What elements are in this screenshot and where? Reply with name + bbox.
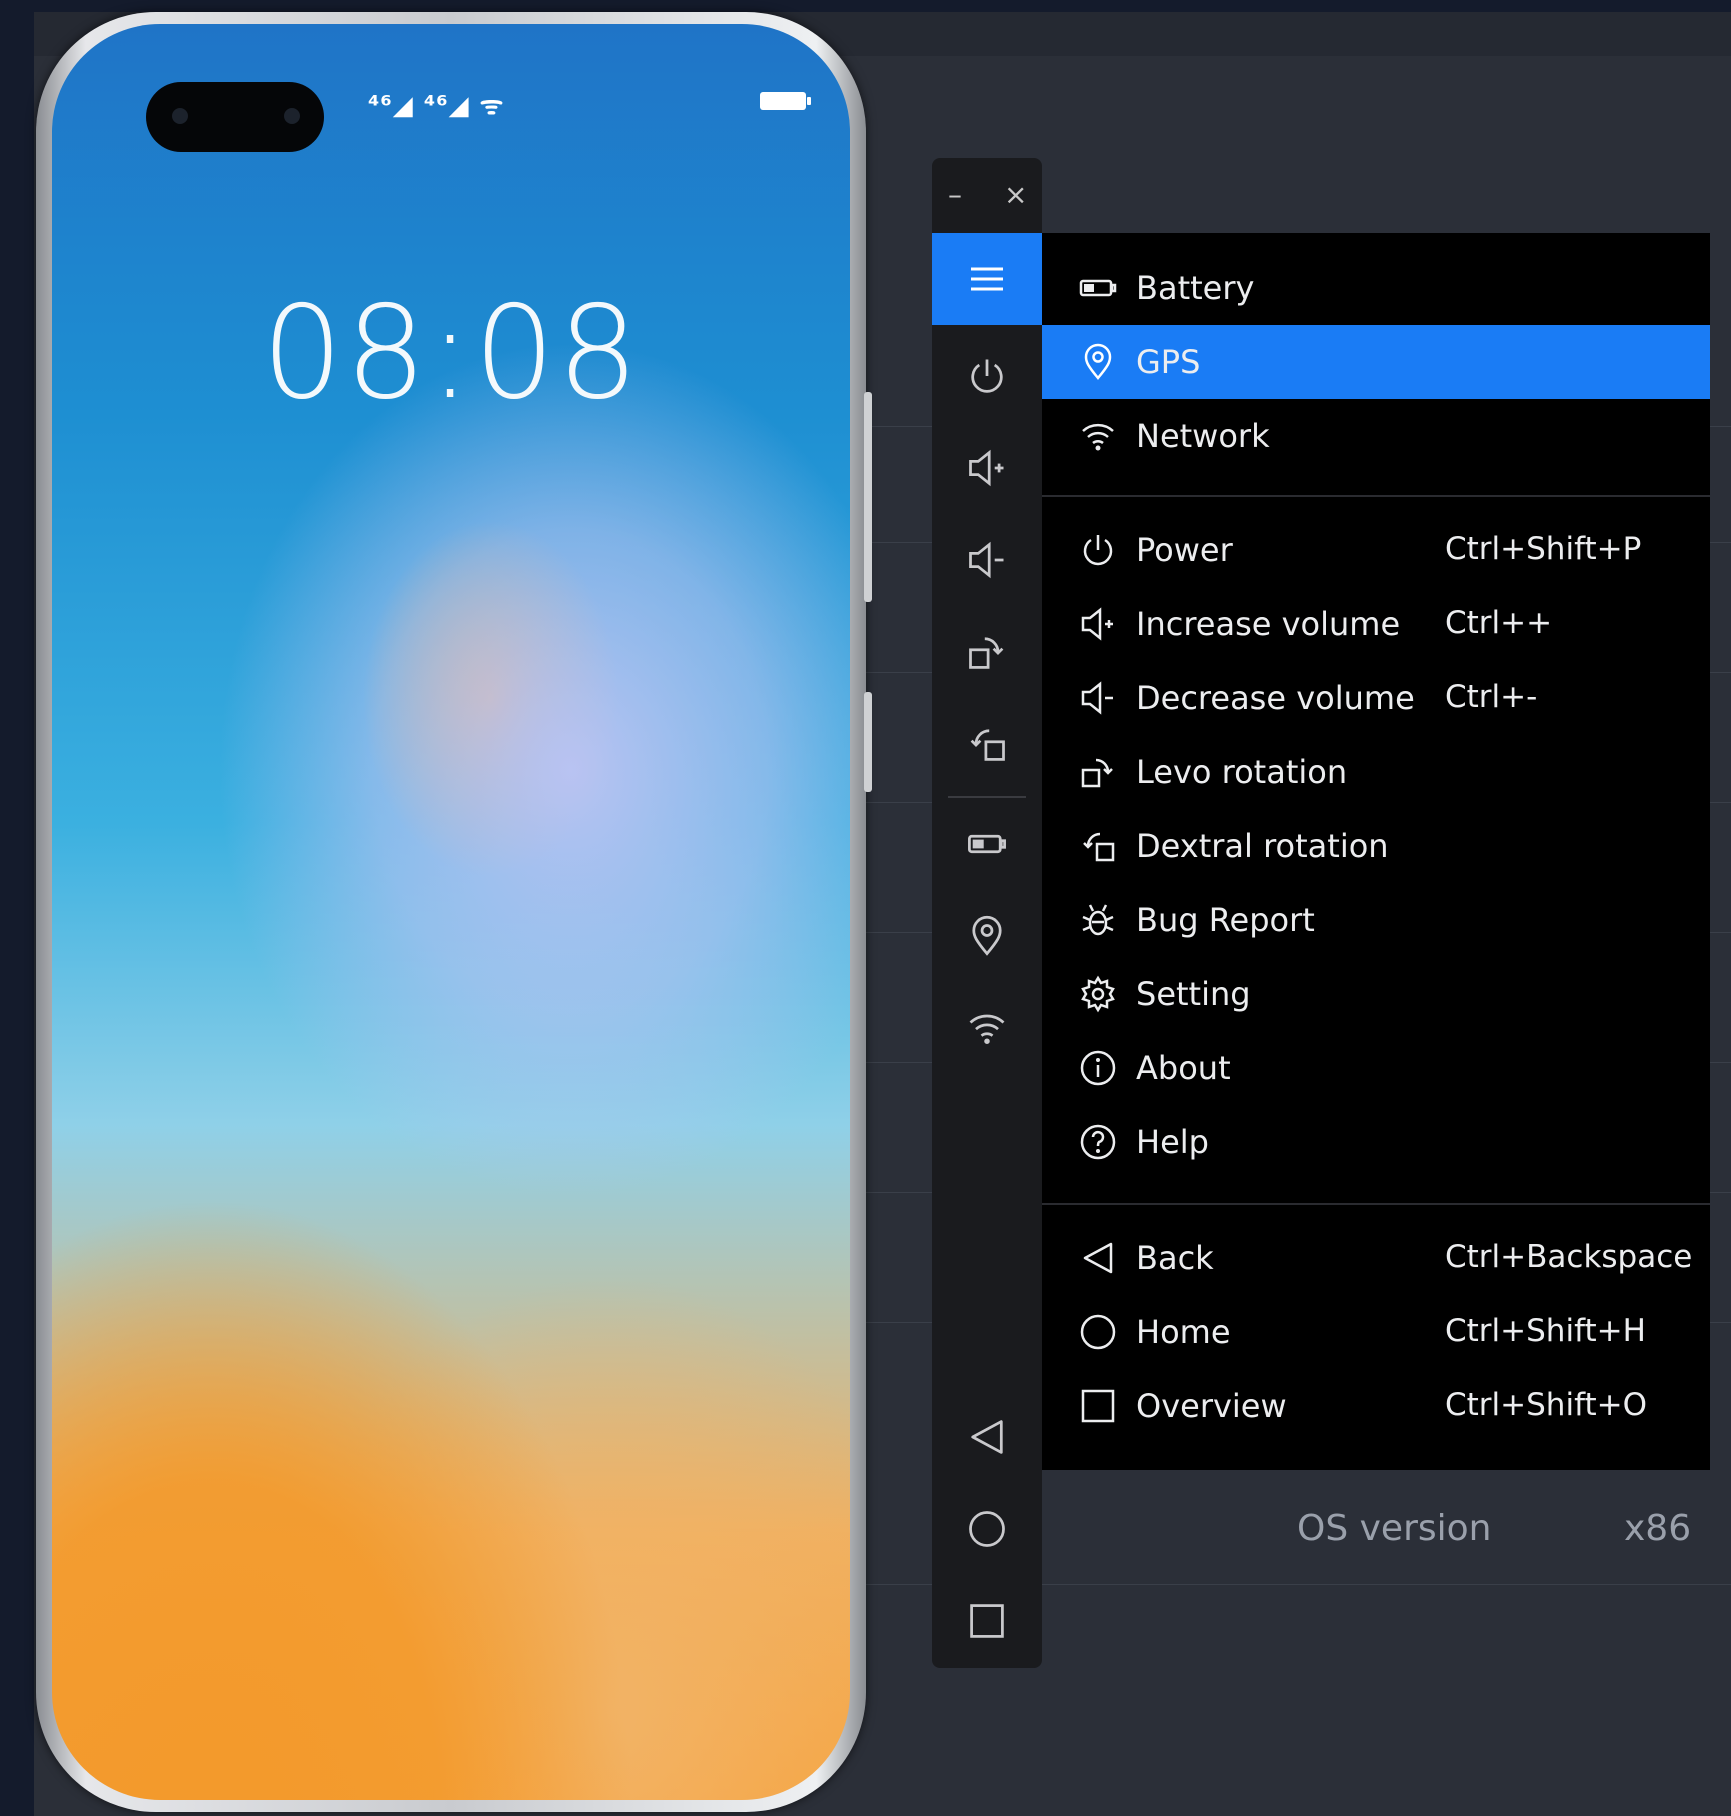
os-version-label: OS version (1297, 1508, 1492, 1549)
power-button[interactable] (932, 338, 1042, 414)
location-pin-icon (1078, 342, 1118, 382)
volume-down-button[interactable] (932, 522, 1042, 598)
battery-icon (968, 834, 1006, 854)
power-icon (971, 359, 1003, 393)
gear-icon (1078, 974, 1118, 1014)
menu-item-decrease-volume[interactable]: Decrease volume Ctrl+- (1042, 661, 1710, 735)
menu-item-label: Back (1136, 1239, 1214, 1277)
battery-status-icon (760, 92, 811, 110)
toolbar-divider (948, 796, 1026, 798)
menu-item-label: Increase volume (1136, 605, 1401, 643)
rotate-right-icon (970, 729, 1005, 761)
menu-item-overview[interactable]: Overview Ctrl+Shift+O (1042, 1369, 1710, 1443)
menu-item-shortcut: Ctrl+- (1445, 679, 1538, 715)
menu-item-setting[interactable]: Setting (1042, 957, 1710, 1031)
camera-lens (284, 108, 300, 124)
volume-up-icon (969, 449, 1004, 487)
back-triangle-icon (1078, 1238, 1118, 1278)
menu-item-bug-report[interactable]: Bug Report (1042, 883, 1710, 957)
menu-button[interactable] (932, 233, 1042, 325)
menu-item-gps[interactable]: GPS (1042, 325, 1710, 399)
toolbar-titlebar: – × (932, 158, 1042, 232)
menu-item-levo-rotation[interactable]: Levo rotation (1042, 735, 1710, 809)
menu-item-label: Bug Report (1136, 901, 1315, 939)
menu-item-power[interactable]: Power Ctrl+Shift+P (1042, 513, 1710, 587)
rotate-right-icon (1078, 826, 1118, 866)
menu-item-label: Levo rotation (1136, 753, 1348, 791)
hamburger-menu-icon (971, 267, 1003, 291)
back-triangle-icon (971, 1420, 1003, 1454)
phone-volume-button[interactable] (864, 392, 872, 602)
network-button[interactable] (932, 990, 1042, 1066)
rotate-left-button[interactable] (932, 614, 1042, 690)
overview-square-icon (970, 1604, 1004, 1638)
power-icon (1078, 530, 1118, 570)
volume-up-icon (1078, 604, 1118, 644)
menu-item-increase-volume[interactable]: Increase volume Ctrl++ (1042, 587, 1710, 661)
menu-item-label: Home (1136, 1313, 1231, 1351)
phone-emulator: ⁴⁶◢ ⁴⁶◢ ᯤ 08:08 (36, 12, 872, 1812)
gps-button[interactable] (932, 898, 1042, 974)
back-button[interactable] (932, 1399, 1042, 1475)
menu-item-label: Power (1136, 531, 1233, 569)
os-version-value: x86 (1624, 1508, 1692, 1549)
menu-item-shortcut: Ctrl+Backspace (1445, 1239, 1693, 1275)
menu-item-dextral-rotation[interactable]: Dextral rotation (1042, 809, 1710, 883)
close-button[interactable]: × (1004, 178, 1027, 211)
location-pin-icon (972, 915, 1002, 956)
menu-item-shortcut: Ctrl++ (1445, 605, 1553, 641)
menu-item-label: About (1136, 1049, 1231, 1087)
menu-item-label: Network (1136, 417, 1270, 455)
volume-down-icon (1078, 678, 1118, 718)
menu-item-label: Overview (1136, 1387, 1287, 1425)
home-circle-icon (1078, 1312, 1118, 1352)
menu-item-label: Dextral rotation (1136, 827, 1389, 865)
help-icon (1078, 1122, 1118, 1162)
menu-item-network[interactable]: Network (1042, 399, 1710, 473)
menu-separator (1042, 495, 1710, 497)
home-circle-icon (969, 1511, 1005, 1547)
menu-item-home[interactable]: Home Ctrl+Shift+H (1042, 1295, 1710, 1369)
menu-item-label: Help (1136, 1123, 1209, 1161)
phone-screen[interactable]: ⁴⁶◢ ⁴⁶◢ ᯤ 08:08 (52, 24, 850, 1800)
overview-button[interactable] (932, 1583, 1042, 1659)
wifi-icon (1078, 416, 1118, 456)
menu-item-help[interactable]: Help (1042, 1105, 1710, 1179)
overview-square-icon (1078, 1386, 1118, 1426)
menu-item-label: GPS (1136, 343, 1201, 381)
menu-item-shortcut: Ctrl+Shift+O (1445, 1387, 1647, 1423)
menu-item-back[interactable]: Back Ctrl+Backspace (1042, 1221, 1710, 1295)
rotate-left-icon (1078, 752, 1118, 792)
menu-item-label: Decrease volume (1136, 679, 1415, 717)
lockscreen-clock: 08:08 (261, 279, 641, 428)
rotate-right-button[interactable] (932, 706, 1042, 782)
emulator-menu: Battery GPS Network Power Ctrl+Shift+P I… (1042, 233, 1710, 1470)
wifi-icon (969, 1014, 1005, 1044)
volume-up-button[interactable] (932, 430, 1042, 506)
info-icon (1078, 1048, 1118, 1088)
bug-icon (1078, 900, 1118, 940)
menu-item-label: Setting (1136, 975, 1251, 1013)
menu-item-battery[interactable]: Battery (1042, 251, 1710, 325)
minimize-button[interactable]: – (948, 178, 962, 211)
signal-status-icons: ⁴⁶◢ ⁴⁶◢ ᯤ (368, 91, 505, 121)
menu-separator (1042, 1203, 1710, 1205)
battery-button[interactable] (932, 806, 1042, 882)
front-camera (146, 82, 324, 152)
home-button[interactable] (932, 1491, 1042, 1567)
volume-down-icon (969, 541, 1004, 579)
menu-item-shortcut: Ctrl+Shift+H (1445, 1313, 1646, 1349)
menu-item-about[interactable]: About (1042, 1031, 1710, 1105)
menu-item-shortcut: Ctrl+Shift+P (1445, 531, 1642, 567)
phone-power-button[interactable] (864, 692, 872, 792)
camera-lens (172, 108, 188, 124)
rotate-left-icon (969, 637, 1004, 669)
battery-icon (1078, 268, 1118, 308)
menu-item-label: Battery (1136, 269, 1255, 307)
emulator-toolbar: – × (932, 158, 1042, 1668)
